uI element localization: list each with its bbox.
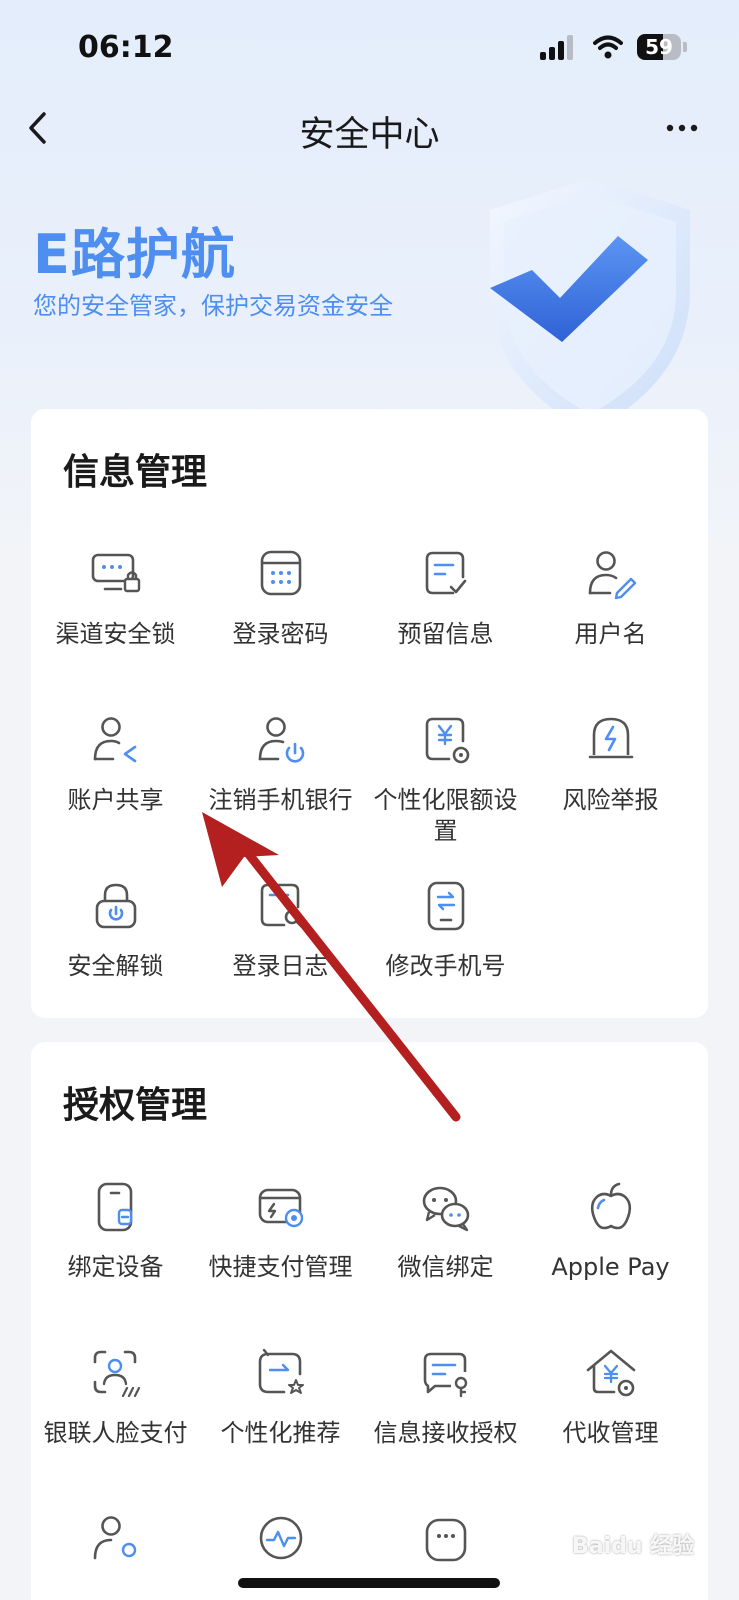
- shield-check-icon: [490, 178, 690, 432]
- device-bind-icon: [97, 1182, 132, 1232]
- grid-item-apple-pay[interactable]: Apple Pay: [526, 1180, 695, 1283]
- chat-pulse-icon: [259, 1516, 302, 1560]
- hero-title: E路护航: [33, 223, 236, 286]
- grid-item-unionpay-face-pay[interactable]: 银联人脸支付: [31, 1346, 200, 1449]
- message-auth-icon: [423, 1352, 467, 1398]
- watermark: Baidu 经验: [572, 1534, 695, 1559]
- grid-item-label: 用户名: [574, 620, 647, 648]
- back-icon[interactable]: [20, 108, 60, 148]
- grid-item-username[interactable]: 用户名: [526, 547, 695, 650]
- grid-item-label: 登录日志: [232, 952, 329, 980]
- grid-item-label: 个性化推荐: [220, 1419, 341, 1447]
- grid-item-label: 安全解锁: [67, 952, 164, 980]
- grid-item-personal-limit[interactable]: 个性化限额设置: [361, 713, 530, 847]
- section-title: 授权管理: [63, 1085, 208, 1126]
- alarm-icon: [588, 717, 633, 759]
- unlock-icon: [95, 883, 136, 929]
- wifi-icon: [593, 35, 623, 59]
- grid-item-label: Apple Pay: [551, 1253, 670, 1281]
- grid-item-reserved-info[interactable]: 预留信息: [361, 547, 530, 650]
- status-bar: 06:12 59: [0, 0, 739, 96]
- grid-item-wechat-bind[interactable]: 微信绑定: [361, 1180, 530, 1283]
- grid-item-partial[interactable]: [196, 1512, 365, 1566]
- grid-item-label: 代收管理: [562, 1419, 659, 1447]
- signal-icon: [540, 34, 576, 60]
- reserved-info-icon: [425, 551, 466, 595]
- grid-item-risk-report[interactable]: 风险举报: [526, 713, 695, 816]
- yen-limit-icon: [425, 717, 469, 764]
- phone-swap-icon: [427, 881, 464, 931]
- grid-item-login-password[interactable]: 登录密码: [196, 547, 365, 650]
- grid-item-cancel-mobile-banking[interactable]: 注销手机银行: [196, 713, 365, 816]
- user-location-icon: [93, 1516, 136, 1560]
- battery-level: 59: [645, 35, 673, 59]
- grid-item-security-unlock[interactable]: 安全解锁: [31, 879, 200, 982]
- user-power-icon: [258, 717, 304, 763]
- apple-icon: [590, 1182, 631, 1230]
- wechat-icon: [422, 1186, 469, 1232]
- collection-icon: [586, 1349, 635, 1397]
- grid-item-partial[interactable]: [361, 1512, 530, 1566]
- face-pay-icon: [93, 1350, 140, 1398]
- grid-item-message-auth[interactable]: 信息接收授权: [361, 1346, 530, 1449]
- status-time: 06:12: [78, 30, 174, 65]
- grid-item-change-phone[interactable]: 修改手机号: [361, 879, 530, 982]
- grid-item-label: 账户共享: [67, 786, 164, 814]
- keypad-icon: [260, 550, 301, 596]
- grid-item-partial[interactable]: [31, 1512, 200, 1566]
- hero-subtitle: 您的安全管家，保护交易资金安全: [33, 292, 393, 320]
- grid-item-personal-recommend[interactable]: 个性化推荐: [196, 1346, 365, 1449]
- info-management-card: 信息管理 渠道安全锁 登录密码 预留信息 用户名 账户共享 注销手机银行 个性化…: [31, 409, 708, 1018]
- nav-bar: 安全中心: [0, 96, 739, 160]
- grid-item-label: 个性化限额设置: [373, 786, 518, 845]
- quick-pay-icon: [258, 1188, 303, 1228]
- user-share-icon: [93, 717, 136, 763]
- grid-item-quick-pay[interactable]: 快捷支付管理: [196, 1180, 365, 1283]
- grid-item-label: 银联人脸支付: [43, 1419, 188, 1447]
- battery-icon: 59: [637, 34, 687, 60]
- grid-item-channel-lock[interactable]: 渠道安全锁: [31, 547, 200, 650]
- section-title: 信息管理: [63, 452, 208, 493]
- user-edit-icon: [588, 551, 636, 600]
- grid-item-label: 信息接收授权: [373, 1419, 518, 1447]
- grid-item-bind-device[interactable]: 绑定设备: [31, 1180, 200, 1283]
- grid-item-label: 微信绑定: [397, 1253, 494, 1281]
- home-indicator[interactable]: [238, 1578, 500, 1588]
- auth-management-card: 授权管理 绑定设备 快捷支付管理 微信绑定 Apple Pay 银联人脸支付 个…: [31, 1042, 708, 1600]
- more-icon[interactable]: [660, 108, 704, 148]
- grid-item-account-share[interactable]: 账户共享: [31, 713, 200, 816]
- grid-item-label: 快捷支付管理: [208, 1253, 353, 1281]
- robot-icon: [425, 1518, 466, 1562]
- grid-item-label: 注销手机银行: [208, 786, 353, 814]
- grid-item-label: 风险举报: [562, 786, 659, 814]
- recommend-icon: [258, 1348, 304, 1394]
- grid-item-collection-management[interactable]: 代收管理: [526, 1346, 695, 1449]
- grid-item-label: 预留信息: [397, 620, 494, 648]
- grid-item-label: 登录密码: [232, 620, 329, 648]
- grid-item-label: 修改手机号: [385, 952, 506, 980]
- grid-item-label: 绑定设备: [67, 1253, 164, 1281]
- grid-item-label: 渠道安全锁: [55, 620, 176, 648]
- page-title: 安全中心: [299, 115, 440, 155]
- log-search-icon: [260, 883, 303, 929]
- channel-lock-icon: [91, 553, 140, 593]
- grid-item-login-log[interactable]: 登录日志: [196, 879, 365, 982]
